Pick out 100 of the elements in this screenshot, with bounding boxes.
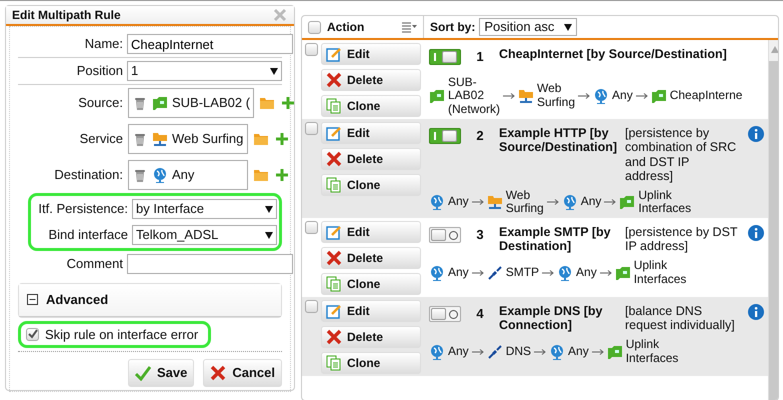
folder-network-icon [486,194,503,210]
network-icon [152,95,168,111]
flow-item: Any [448,195,469,210]
edit-button[interactable]: Edit [321,221,421,244]
checkbox[interactable] [305,122,318,135]
rule-name: Example SMTP [by Destination] [499,225,612,254]
rule-name: Example DNS [by Connection] [499,304,604,333]
folder-icon[interactable] [253,167,269,183]
toggle-switch[interactable] [429,306,461,322]
field-label: Source: [77,94,123,112]
clone-button[interactable]: Clone [321,174,421,196]
flow-item: Any [448,344,469,359]
edit-button[interactable]: Edit [321,122,421,144]
delete-button[interactable]: Delete [321,247,421,270]
checkbox[interactable] [308,20,321,34]
sort-label: Sort by: [430,19,476,36]
flow-item: Any [580,195,602,210]
checkbox[interactable] [305,43,318,56]
arrow-icon [472,348,484,356]
edit-button[interactable]: Edit [321,43,421,65]
globe-icon [549,344,566,360]
folder-icon[interactable] [259,95,276,111]
section-header[interactable]: Advanced [19,284,281,316]
arrow-icon [592,348,604,356]
globe-icon [429,194,445,210]
field-label: Position [76,62,123,80]
collapse-icon[interactable] [27,294,38,306]
edit-button[interactable]: Edit [321,300,421,322]
delete-button[interactable]: Delete [321,326,421,348]
delete-button[interactable]: Delete [321,148,421,170]
save-button[interactable]: Save [128,359,194,387]
close-icon [326,250,342,266]
globe-icon [429,344,445,360]
toggle-switch[interactable] [429,227,461,244]
field-label: Itf. Persistence: [37,200,128,218]
add-icon[interactable] [274,167,290,183]
info-icon[interactable] [748,126,764,142]
info-icon[interactable] [748,225,764,242]
checkbox[interactable] [305,300,318,314]
trash-icon[interactable] [132,167,148,183]
text-field[interactable] [127,254,293,274]
flow-item: CheapInterne [670,89,742,104]
info-icon[interactable] [748,304,764,320]
object-field[interactable]: Any [128,160,248,190]
scrollbar-thumb[interactable] [769,61,778,400]
select-field[interactable]: Telkom_ADSL [132,225,277,245]
globe-icon [562,194,578,210]
copy-icon [326,177,342,193]
trash-icon[interactable] [132,95,148,111]
toggle-switch[interactable] [429,49,461,65]
edit-icon [326,224,342,240]
text-field[interactable]: CheapInternet [127,34,293,54]
dropdown-arrow-icon [270,68,278,74]
field-label: Comment [66,255,123,274]
dropdown-arrow-icon [564,24,572,30]
globe-icon [593,88,610,104]
object-field[interactable]: SUB-LAB02 ( [128,88,254,118]
arrow-icon [636,92,648,100]
close-icon[interactable] [272,7,288,23]
arrow-icon [472,268,484,277]
folder-icon[interactable] [253,131,269,147]
globe-icon [152,167,168,183]
edit-icon [326,125,342,141]
add-icon[interactable] [274,131,290,147]
add-icon[interactable] [280,95,296,111]
network-icon [614,264,631,281]
rule-position: 4 [475,305,485,324]
field-label: Service [78,130,123,148]
flow-item: Uplink Interfaces [634,258,686,286]
flow-item: DNS [506,344,532,359]
checkbox[interactable] [305,221,318,234]
trash-icon[interactable] [132,131,148,147]
clone-button[interactable]: Clone [321,352,421,374]
rule-position: 3 [475,226,485,244]
field-label: Destination: [53,166,123,184]
clone-button[interactable]: Clone [321,273,421,296]
folder-network-icon [518,88,534,104]
column-header: Action [327,19,366,36]
toggle-switch[interactable] [429,128,461,144]
scrollbar[interactable] [768,40,778,400]
arrow-icon [534,348,546,356]
select-field[interactable]: by Interface [132,199,277,219]
scroll-up-icon[interactable] [771,46,778,53]
checkbox[interactable] [26,328,39,341]
sort-select[interactable]: Position asc [479,18,578,36]
flow-item: SMTP [506,266,540,280]
rule-name: Example HTTP [by Source/Destination] [499,126,617,155]
delete-button[interactable]: Delete [321,69,421,91]
select-field[interactable]: 1 [127,61,282,81]
arrow-icon [578,92,590,100]
clone-button[interactable]: Clone [321,95,421,117]
edit-icon [326,303,342,320]
close-icon [210,365,226,381]
cancel-button[interactable]: Cancel [203,359,282,387]
flow-item: Web Surfing [506,188,544,216]
flow-item: Any [612,89,633,104]
field-label: Bind interface [48,226,128,244]
object-field[interactable]: Web Surfing [128,124,248,154]
rule-name: CheapInternet [by Source/Destination] [499,47,727,62]
rule-note: [persistence by DST IP address] [625,225,738,254]
